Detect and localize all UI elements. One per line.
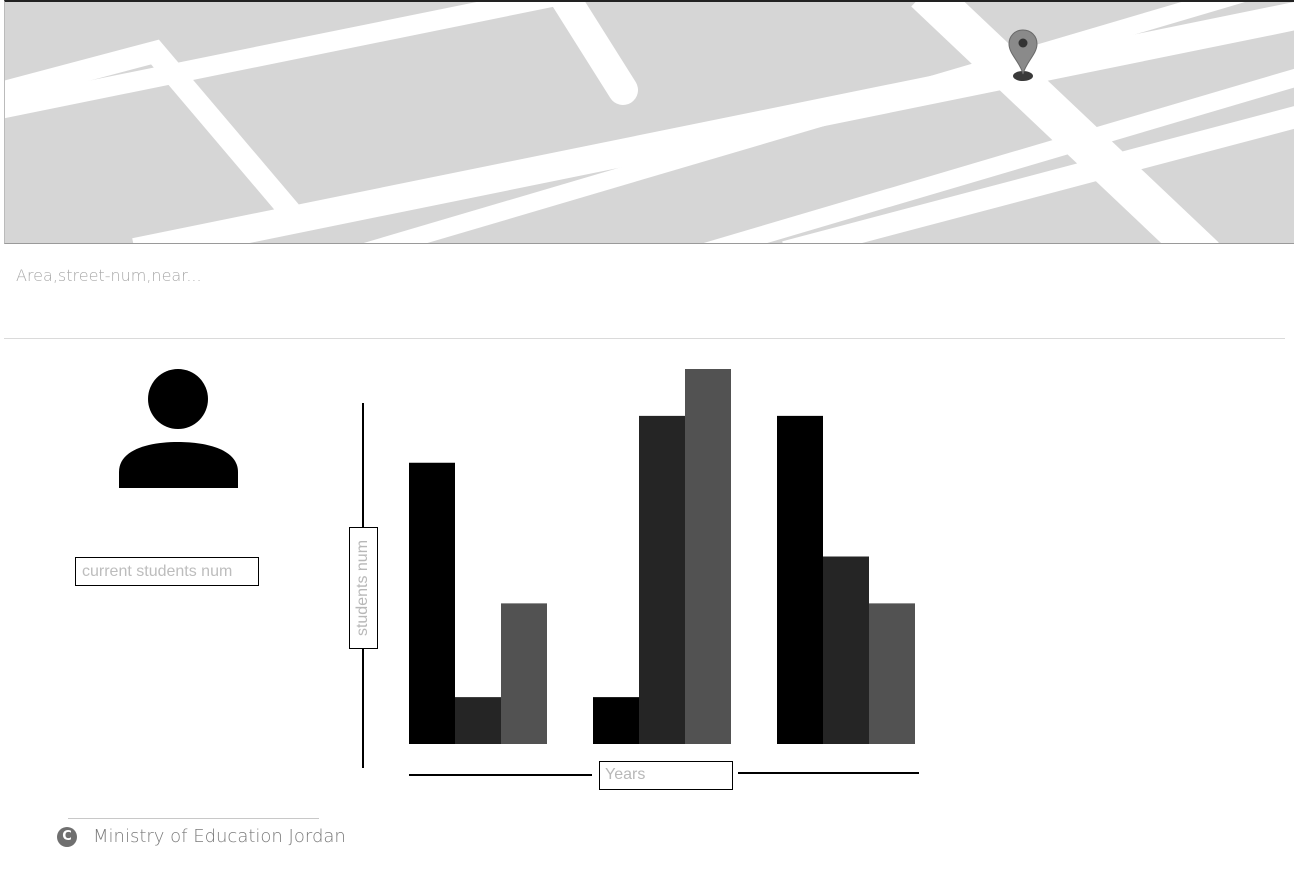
- y-axis-label-text: students num: [354, 539, 372, 637]
- bar-group1-series3: [501, 603, 547, 744]
- bar-group1-series1: [409, 462, 455, 744]
- footer-divider: [68, 818, 319, 819]
- map-background: [5, 2, 1294, 243]
- current-students-input[interactable]: [75, 557, 259, 586]
- user-icon: [119, 369, 238, 488]
- copyright-icon: C: [57, 827, 77, 847]
- x-axis-label: Years: [599, 761, 733, 790]
- bar-group3-series1: [777, 415, 823, 744]
- bar-group2-series1: [593, 697, 639, 744]
- students-bar-chart: [362, 369, 919, 776]
- footer-text: Ministry of Education Jordan: [93, 826, 346, 847]
- bar-group3-series3: [869, 603, 915, 744]
- bar-group2-series2: [639, 415, 685, 744]
- address-section: [4, 245, 1285, 339]
- bar-group2-series3: [685, 369, 731, 744]
- map-marker-icon[interactable]: [1006, 28, 1040, 84]
- y-axis-label: students num: [349, 527, 378, 649]
- chart-bars: [409, 369, 915, 744]
- bar-group1-series2: [455, 697, 501, 744]
- bar-group3-series2: [823, 556, 869, 744]
- map-view[interactable]: [4, 0, 1294, 244]
- address-input[interactable]: [4, 245, 1285, 305]
